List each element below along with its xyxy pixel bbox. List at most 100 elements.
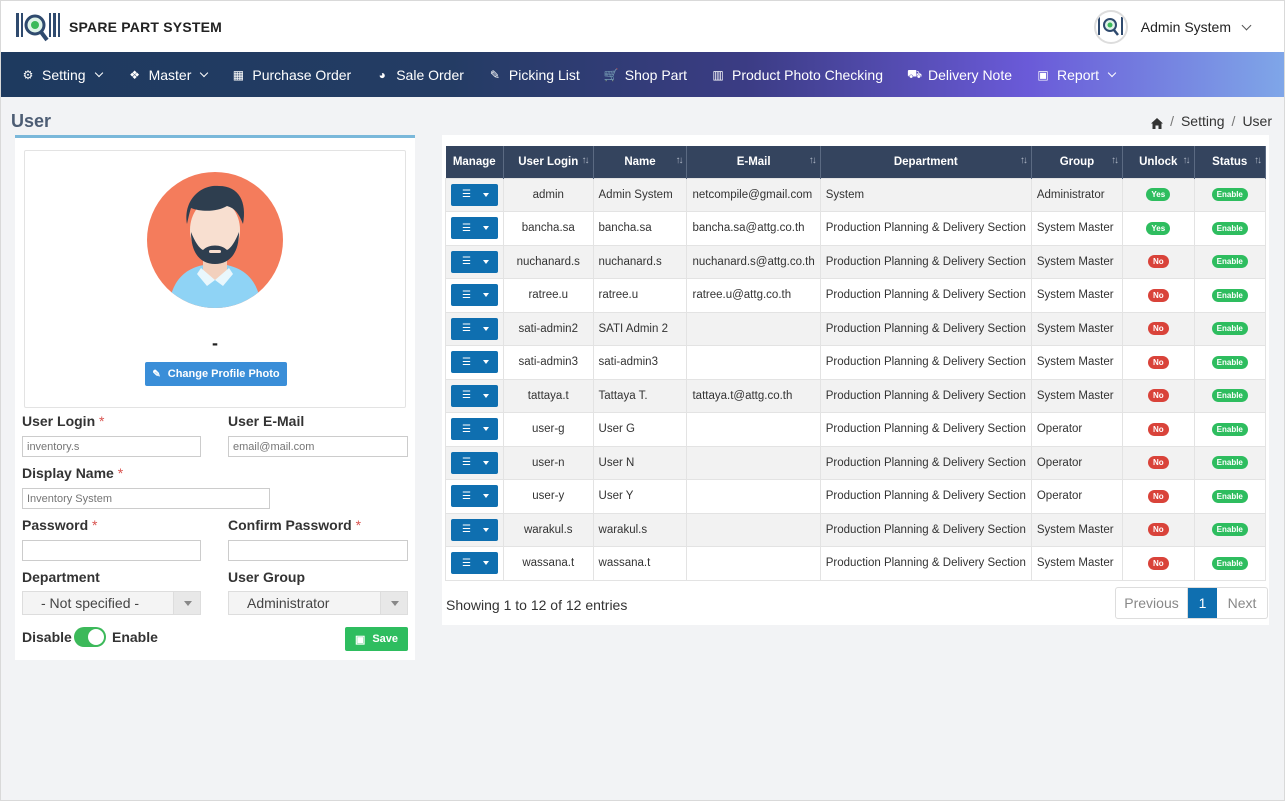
column-header-department[interactable]: Department ↑↓ xyxy=(820,146,1032,178)
manage-dropdown-button[interactable]: ☰ xyxy=(451,518,498,541)
caret-down-icon xyxy=(483,293,489,298)
status-badge[interactable]: Enable xyxy=(1211,389,1248,403)
clipboard-icon: ✎ xyxy=(489,67,500,82)
cell-login: tattaya.t xyxy=(503,378,594,413)
user-login-input[interactable] xyxy=(22,436,201,457)
unlock-badge[interactable]: No xyxy=(1147,355,1169,369)
cell-status: Enable xyxy=(1193,546,1267,581)
unlock-badge[interactable]: No xyxy=(1147,489,1169,503)
password-input[interactable] xyxy=(22,540,201,561)
user-group-select[interactable]: Administrator xyxy=(228,591,408,615)
manage-dropdown-button[interactable]: ☰ xyxy=(451,552,498,575)
nav-item-delivery-note[interactable]: ⛟ Delivery Note xyxy=(891,52,1020,97)
user-group-select-value: Administrator xyxy=(247,595,330,611)
unlock-badge[interactable]: Yes xyxy=(1146,188,1171,202)
manage-dropdown-button[interactable]: ☰ xyxy=(451,351,498,374)
status-badge[interactable]: Enable xyxy=(1211,556,1248,570)
column-header-e-mail[interactable]: E-Mail ↑↓ xyxy=(686,146,821,178)
department-select[interactable]: - Not specified - xyxy=(22,591,201,615)
cell-name: sati-admin3 xyxy=(592,345,688,380)
nav-item-report[interactable]: ▣ Report xyxy=(1020,52,1123,97)
status-badge[interactable]: Enable xyxy=(1211,355,1248,369)
column-header-group[interactable]: Group ↑↓ xyxy=(1031,146,1124,178)
manage-dropdown-button[interactable]: ☰ xyxy=(451,317,498,340)
manage-dropdown-button[interactable]: ☰ xyxy=(451,217,498,240)
status-badge[interactable]: Enable xyxy=(1211,255,1248,269)
manage-dropdown-button[interactable]: ☰ xyxy=(451,451,498,474)
status-badge[interactable]: Enable xyxy=(1211,288,1248,302)
unlock-badge[interactable]: No xyxy=(1147,288,1169,302)
status-badge[interactable]: Enable xyxy=(1211,456,1248,470)
nav-item-sale-order[interactable]: ◕ Sale Order xyxy=(359,52,472,97)
cell-group: Operator xyxy=(1030,412,1124,447)
unlock-badge[interactable]: No xyxy=(1147,556,1169,570)
cell-unlock: No xyxy=(1122,445,1195,480)
status-badge[interactable]: Enable xyxy=(1211,422,1248,436)
home-icon[interactable] xyxy=(1151,116,1164,129)
cell-status: Enable xyxy=(1193,445,1267,480)
display-name-label: Display Name * xyxy=(22,465,124,481)
manage-dropdown-button[interactable]: ☰ xyxy=(451,418,498,441)
chevron-down-icon[interactable] xyxy=(1241,20,1252,30)
manage-dropdown-button[interactable]: ☰ xyxy=(451,250,498,273)
breadcrumb-setting[interactable]: Setting xyxy=(1181,113,1225,129)
sliders-icon: ☰ xyxy=(462,524,471,536)
cart-icon: 🛒 xyxy=(603,67,619,82)
unlock-badge[interactable]: No xyxy=(1147,456,1169,470)
manage-dropdown-button[interactable]: ☰ xyxy=(451,485,498,508)
status-badge[interactable]: Enable xyxy=(1211,489,1248,503)
enable-toggle[interactable] xyxy=(74,627,106,647)
cell-group: Administrator xyxy=(1030,177,1124,212)
column-header-manage: Manage xyxy=(445,146,504,178)
unlock-badge[interactable]: No xyxy=(1147,255,1169,269)
nav-item-master[interactable]: ❖ Master xyxy=(110,52,216,97)
app-logo[interactable] xyxy=(15,11,61,43)
nav-item-picking-list[interactable]: ✎ Picking List xyxy=(472,52,588,97)
user-menu[interactable]: Admin System xyxy=(1093,10,1252,44)
sliders-icon: ☰ xyxy=(462,189,471,201)
user-email-input[interactable] xyxy=(228,436,408,457)
cell-unlock: No xyxy=(1122,479,1195,514)
sort-icon: ↑↓ xyxy=(1019,155,1028,166)
column-header-user-login[interactable]: User Login ↑↓ xyxy=(503,146,594,178)
unlock-badge[interactable]: No xyxy=(1147,422,1169,436)
display-name-input[interactable] xyxy=(22,488,270,509)
manage-cell: ☰ xyxy=(445,345,504,380)
pagination-next[interactable]: Next xyxy=(1217,588,1267,618)
change-profile-photo-button[interactable]: ✎ Change Profile Photo xyxy=(145,362,287,386)
profile-avatar xyxy=(147,172,283,308)
nav-item-shop-part[interactable]: 🛒 Shop Part xyxy=(588,52,695,97)
cell-name: wassana.t xyxy=(592,546,688,581)
nav-label: Purchase Order xyxy=(252,66,352,83)
column-header-status[interactable]: Status ↑↓ xyxy=(1194,146,1267,178)
status-badge[interactable]: Enable xyxy=(1211,221,1248,235)
nav-item-product-photo-checking[interactable]: ▥ Product Photo Checking xyxy=(695,52,891,97)
breadcrumb-user: User xyxy=(1242,113,1272,129)
nav-item-setting[interactable]: ⚙ Setting xyxy=(11,52,110,97)
column-header-name[interactable]: Name ↑↓ xyxy=(593,146,688,178)
cell-unlock: No xyxy=(1122,345,1195,380)
confirm-password-input[interactable] xyxy=(228,540,408,561)
status-badge[interactable]: Enable xyxy=(1211,188,1248,202)
nav-item-purchase-order[interactable]: ▦ Purchase Order xyxy=(215,52,359,97)
pagination-previous[interactable]: Previous xyxy=(1116,588,1188,618)
manage-dropdown-button[interactable]: ☰ xyxy=(451,384,498,407)
unlock-badge[interactable]: No xyxy=(1147,389,1169,403)
save-button[interactable]: ▣ Save xyxy=(345,627,408,651)
manage-dropdown-button[interactable]: ☰ xyxy=(451,284,498,307)
unlock-badge[interactable]: Yes xyxy=(1146,221,1171,235)
unlock-badge[interactable]: No xyxy=(1147,523,1169,537)
manage-cell: ☰ xyxy=(445,278,504,313)
manage-dropdown-button[interactable]: ☰ xyxy=(451,183,498,206)
column-header-unlock[interactable]: Unlock ↑↓ xyxy=(1122,146,1195,178)
unlock-badge[interactable]: No xyxy=(1147,322,1169,336)
cell-name: Admin System xyxy=(592,177,688,212)
cell-unlock: No xyxy=(1122,512,1195,547)
sliders-icon: ☰ xyxy=(462,256,471,268)
status-badge[interactable]: Enable xyxy=(1211,523,1248,537)
caret-down-icon xyxy=(483,360,489,365)
cell-department: Production Planning & Delivery Section xyxy=(819,378,1032,413)
status-badge[interactable]: Enable xyxy=(1211,322,1248,336)
pagination-page-1[interactable]: 1 xyxy=(1188,588,1217,618)
truck-icon: ⛟ xyxy=(906,66,923,81)
